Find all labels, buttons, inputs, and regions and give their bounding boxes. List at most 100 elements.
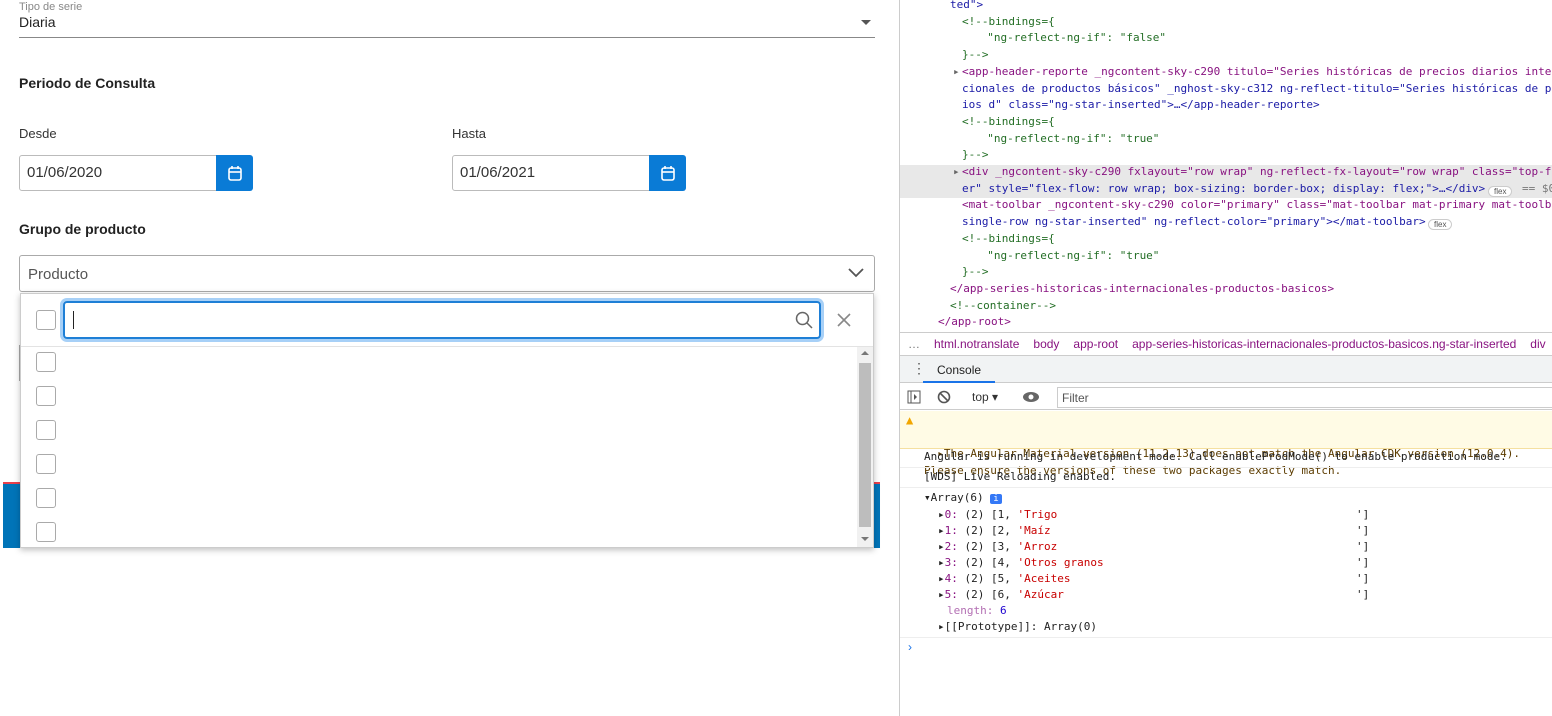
option-checkbox[interactable]	[36, 352, 56, 372]
item-string: 'Azúcar	[1017, 588, 1064, 601]
search-icon	[795, 311, 813, 329]
expand-arrow-icon[interactable]: ▸	[953, 164, 960, 181]
item-end: ']	[1356, 556, 1370, 569]
breadcrumb-item[interactable]: div	[1530, 337, 1545, 351]
item-end: ']	[1356, 588, 1370, 601]
dom-node-line[interactable]: }-->	[962, 264, 989, 281]
dom-node-line[interactable]: </app-root>	[938, 314, 1011, 331]
array-length: length: 6	[947, 603, 1007, 620]
item-index: 1:	[944, 524, 958, 537]
dom-node-line[interactable]: </app-series-historicas-internacionales-…	[950, 281, 1334, 298]
dom-node-line[interactable]: ted">	[950, 0, 983, 14]
option-item[interactable]	[21, 420, 857, 450]
select-all-checkbox[interactable]	[36, 310, 56, 330]
console-message: [WDS] Live Reloading enabled.	[924, 470, 1117, 483]
array-item[interactable]: ▸1: (2) [2, 'Maíz ']	[938, 523, 1378, 540]
console-warning: ▲ ▸The Angular Material version (11.2.13…	[900, 411, 1552, 477]
option-checkbox[interactable]	[36, 488, 56, 508]
dom-node-line[interactable]: }-->	[962, 147, 989, 164]
dropdown-search-input[interactable]	[63, 301, 821, 339]
product-placeholder: Producto	[28, 266, 89, 283]
scroll-up-arrow[interactable]	[861, 351, 869, 355]
breadcrumb-item[interactable]: app-root	[1073, 337, 1118, 351]
dom-node-line[interactable]: single-row ng-star-inserted" ng-reflect-…	[962, 214, 1426, 231]
item-length: (2)	[964, 540, 985, 553]
from-calendar-button[interactable]	[216, 155, 253, 191]
option-checkbox[interactable]	[36, 454, 56, 474]
option-checkbox[interactable]	[36, 420, 56, 440]
series-type-label: Tipo de serie	[19, 1, 83, 13]
item-index: 2:	[944, 540, 958, 553]
option-item[interactable]	[21, 352, 857, 382]
array-log[interactable]: ▾Array(6) i	[924, 490, 1002, 508]
scrollbar[interactable]	[857, 347, 873, 547]
calendar-icon	[660, 166, 675, 181]
option-item[interactable]	[21, 488, 857, 518]
array-item[interactable]: ▸0: (2) [1, 'Trigo ']	[938, 507, 1378, 524]
scroll-down-arrow[interactable]	[861, 537, 869, 541]
clear-console-icon[interactable]	[937, 390, 951, 404]
dom-node-line[interactable]: "ng-reflect-ng-if": "true"	[974, 131, 1159, 148]
dom-node-line[interactable]: <!--bindings={	[962, 14, 1055, 31]
item-string: 'Trigo	[1017, 508, 1058, 521]
from-date-input[interactable]: 01/06/2020	[19, 155, 217, 191]
dom-node-line[interactable]: <div _ngcontent-sky-c290 fxlayout="row w…	[962, 164, 1552, 181]
option-checkbox[interactable]	[36, 522, 56, 542]
to-calendar-button[interactable]	[649, 155, 686, 191]
series-type-value: Diaria	[19, 14, 56, 30]
flex-badge[interactable]: flex	[1488, 186, 1513, 197]
dom-node-line[interactable]: er" style="flex-flow: row wrap; box-sizi…	[962, 181, 1485, 198]
breadcrumb-item[interactable]: body	[1033, 337, 1059, 351]
scrollbar-thumb[interactable]	[859, 363, 871, 527]
dom-node-line[interactable]: <!--container-->	[950, 298, 1056, 315]
filter-input[interactable]: Filter	[1057, 387, 1552, 408]
console-message: Angular is running in development mode. …	[924, 450, 1507, 463]
dom-node-line[interactable]: <!--bindings={	[962, 114, 1055, 131]
array-item[interactable]: ▸4: (2) [5, 'Aceites ']	[938, 571, 1378, 588]
series-type-select[interactable]: Diaria	[19, 14, 875, 38]
item-index: 3:	[944, 556, 958, 569]
item-number: [1,	[991, 508, 1011, 521]
item-length: (2)	[964, 508, 985, 521]
selected-node-ref[interactable]: == $0	[1522, 181, 1552, 198]
option-checkbox[interactable]	[36, 386, 56, 406]
array-item[interactable]: ▸5: (2) [6, 'Azúcar ']	[938, 587, 1378, 604]
product-dropdown-panel	[20, 293, 874, 548]
to-date-input[interactable]: 01/06/2021	[452, 155, 650, 191]
item-string: 'Arroz	[1017, 540, 1058, 553]
dom-node-line[interactable]: "ng-reflect-ng-if": "false"	[974, 30, 1166, 47]
chevron-down-icon	[848, 268, 864, 278]
flex-badge[interactable]: flex	[1428, 219, 1453, 230]
breadcrumb-overflow[interactable]: …	[908, 337, 920, 351]
dom-node-line[interactable]: <mat-toolbar _ngcontent-sky-c290 color="…	[962, 197, 1552, 214]
option-item[interactable]	[21, 454, 857, 484]
tab-console[interactable]: Console	[923, 356, 996, 383]
option-item[interactable]	[21, 522, 857, 552]
info-badge: i	[990, 494, 1002, 504]
dom-node-line[interactable]: }-->	[962, 47, 989, 64]
item-end: ']	[1356, 508, 1370, 521]
context-select[interactable]: top ▾	[972, 390, 998, 404]
array-item[interactable]: ▸3: (2) [4, 'Otros granos ']	[938, 555, 1378, 572]
breadcrumb-item[interactable]: html.notranslate	[934, 337, 1019, 351]
array-prototype[interactable]: ▸[[Prototype]]: Array(0)	[938, 619, 1097, 636]
console-prompt[interactable]: ›	[908, 640, 912, 654]
expand-arrow-icon[interactable]: ▸	[953, 64, 960, 81]
array-item[interactable]: ▸2: (2) [3, 'Arroz ']	[938, 539, 1378, 556]
context-value: top	[972, 390, 989, 404]
breadcrumb-item[interactable]: app-series-historicas-internacionales-pr…	[1132, 337, 1516, 351]
dom-node-line[interactable]: cionales de productos básicos" _nghost-s…	[962, 81, 1552, 98]
filter-placeholder: Filter	[1062, 391, 1089, 405]
dom-node-line[interactable]: ios d" class="ng-star-inserted">…</app-h…	[962, 97, 1320, 114]
dom-node-line[interactable]: "ng-reflect-ng-if": "true"	[974, 248, 1159, 265]
product-select[interactable]: Producto	[19, 255, 875, 292]
dom-node-line[interactable]: <app-header-reporte _ngcontent-sky-c290 …	[962, 64, 1552, 81]
close-icon[interactable]	[837, 313, 851, 327]
eye-icon[interactable]	[1022, 391, 1040, 403]
option-item[interactable]	[21, 386, 857, 416]
dom-node-line[interactable]: <!--bindings={	[962, 231, 1055, 248]
item-length: (2)	[964, 556, 985, 569]
elements-tree: ted"> <!--bindings={ "ng-reflect-ng-if": …	[900, 0, 1552, 332]
item-string: 'Aceites	[1017, 572, 1071, 585]
sidebar-toggle-icon[interactable]	[907, 390, 921, 404]
